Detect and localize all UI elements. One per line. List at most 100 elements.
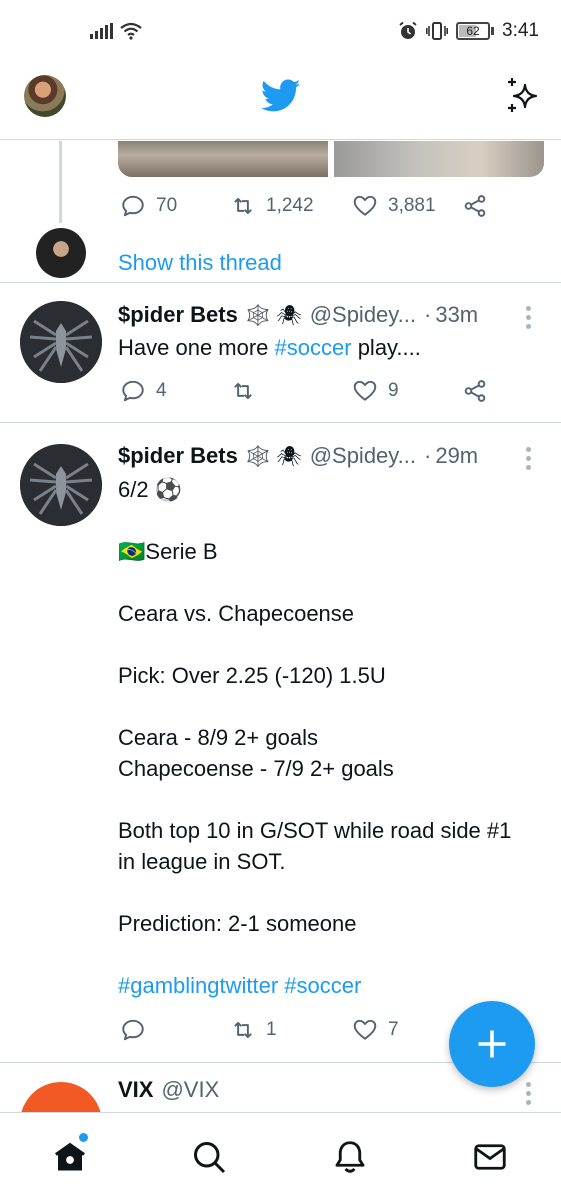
- like-button[interactable]: 3,881: [352, 193, 462, 219]
- messages-icon: [474, 1144, 506, 1170]
- retweet-button[interactable]: 1: [230, 1017, 352, 1043]
- tweet-text-line: in league in SOT.: [118, 849, 286, 874]
- tweet-time[interactable]: 29m: [435, 443, 478, 469]
- heart-icon: [353, 195, 377, 216]
- tweet-text-line: 🇧🇷Serie B: [118, 539, 218, 564]
- tweet-text: Have one more #soccer play....: [118, 332, 421, 363]
- signal-icon: [90, 23, 113, 39]
- tweet-divider: [0, 282, 561, 283]
- spider-logo-icon: [20, 444, 102, 526]
- tweet-header: $pider Bets 🕸️ 🕷 @Spidey... · 33m: [118, 302, 478, 328]
- spider-logo-icon: [20, 301, 102, 383]
- thread-author-avatar[interactable]: [36, 228, 86, 278]
- retweet-count: 1: [266, 1019, 277, 1040]
- tweet-text-line: Both top 10 in G/SOT while road side #1: [118, 818, 512, 843]
- status-right: 62 3:41: [398, 20, 539, 42]
- share-icon: [464, 195, 486, 217]
- tweet-header: $pider Bets 🕸️ 🕷 @Spidey... · 29m: [118, 443, 478, 469]
- wifi-icon: [120, 22, 142, 40]
- nav-notifications[interactable]: [332, 1139, 368, 1175]
- tweet-text-line: Ceara vs. Chapecoense: [118, 601, 355, 626]
- heart-icon: [353, 380, 377, 401]
- author-emojis: 🕸️ 🕷: [245, 445, 302, 468]
- retweet-icon: [234, 382, 252, 400]
- reply-icon: [122, 1019, 144, 1041]
- tweet-media[interactable]: [118, 141, 544, 177]
- more-options-icon[interactable]: [526, 1082, 532, 1105]
- share-button[interactable]: [462, 378, 488, 404]
- reply-button[interactable]: 4: [120, 378, 230, 404]
- reply-icon: [122, 380, 144, 402]
- tweet-actions: 1 7: [120, 1017, 462, 1043]
- profile-avatar[interactable]: [24, 75, 66, 117]
- like-count: 3,881: [388, 195, 436, 216]
- tweet-text-line: Prediction: 2-1 someone: [118, 911, 357, 936]
- author-handle[interactable]: @Spidey...: [310, 443, 416, 469]
- nav-search[interactable]: [191, 1139, 227, 1175]
- connectivity-indicators: [90, 22, 143, 40]
- search-icon: [194, 1142, 226, 1174]
- tweet-text-line: 6/2 ⚽: [118, 477, 183, 502]
- clock: 3:41: [502, 20, 539, 41]
- reply-count: 4: [156, 380, 167, 401]
- battery-level: 62: [466, 24, 480, 38]
- media-image-1[interactable]: [118, 141, 328, 177]
- twitter-bird-icon[interactable]: [261, 78, 301, 114]
- reply-button[interactable]: [120, 1017, 230, 1043]
- thread-connector: [59, 141, 62, 223]
- retweet-button[interactable]: 1,242: [230, 193, 352, 219]
- author-name[interactable]: VIX: [118, 1077, 153, 1103]
- retweet-button[interactable]: [230, 378, 352, 404]
- tweet-divider: [0, 422, 561, 423]
- top-app-bar: [0, 64, 561, 140]
- tweet-text-line: Chapecoense - 7/9 2+ goals: [118, 756, 394, 781]
- sparkle-icon[interactable]: [503, 76, 543, 116]
- tweet-text-part: Have one more: [118, 335, 275, 360]
- home-new-content-dot: [79, 1133, 88, 1142]
- tweet-header: VIX @VIX: [118, 1077, 219, 1103]
- tweet-time[interactable]: 33m: [435, 302, 478, 328]
- vibrate-icon: [426, 22, 449, 40]
- reply-count: 70: [156, 195, 178, 216]
- tweet-author-avatar[interactable]: [20, 444, 102, 526]
- status-bar: 62 3:41: [0, 0, 561, 64]
- reply-icon: [122, 195, 144, 217]
- author-handle[interactable]: @VIX: [161, 1077, 219, 1103]
- author-name[interactable]: $pider Bets: [118, 302, 238, 328]
- alarm-icon: [399, 21, 417, 39]
- tweet-text-line: Pick: Over 2.25 (-120) 1.5U: [118, 663, 386, 688]
- nav-home[interactable]: [52, 1139, 88, 1175]
- hashtag-link[interactable]: #soccer: [275, 335, 352, 360]
- hashtag-links[interactable]: #gamblingtwitter #soccer: [118, 970, 361, 1001]
- battery-icon: 62: [456, 22, 495, 40]
- nav-messages[interactable]: [472, 1139, 508, 1175]
- show-thread-link[interactable]: Show this thread: [118, 250, 282, 276]
- more-options-icon[interactable]: [526, 306, 532, 329]
- like-count: 9: [388, 380, 399, 401]
- media-image-2[interactable]: [334, 141, 544, 177]
- tweet-author-avatar[interactable]: [20, 301, 102, 383]
- heart-icon: [353, 1019, 377, 1040]
- share-button[interactable]: [462, 193, 488, 219]
- compose-tweet-button[interactable]: [449, 1001, 535, 1087]
- notifications-icon: [335, 1141, 365, 1173]
- retweet-icon: [234, 197, 252, 215]
- author-name[interactable]: $pider Bets: [118, 443, 238, 469]
- separator-dot: ·: [424, 302, 432, 327]
- tweet-text-line: Ceara - 8/9 2+ goals: [118, 725, 318, 750]
- author-handle[interactable]: @Spidey...: [310, 302, 416, 328]
- retweet-count: 1,242: [266, 195, 314, 216]
- more-options-icon[interactable]: [526, 447, 532, 470]
- share-icon: [464, 380, 486, 402]
- home-icon: [55, 1142, 85, 1171]
- bottom-navigation: [0, 1112, 561, 1200]
- plus-icon: [478, 1030, 506, 1058]
- tweet-actions: 70 1,242 3,881: [120, 193, 488, 219]
- like-button[interactable]: 7: [352, 1017, 462, 1043]
- tweet-text-part: play....: [351, 335, 421, 360]
- like-count: 7: [388, 1019, 399, 1040]
- like-button[interactable]: 9: [352, 378, 462, 404]
- reply-button[interactable]: 70: [120, 193, 230, 219]
- author-emojis: 🕸️ 🕷: [245, 304, 302, 327]
- tweet-actions: 4 9: [120, 378, 488, 404]
